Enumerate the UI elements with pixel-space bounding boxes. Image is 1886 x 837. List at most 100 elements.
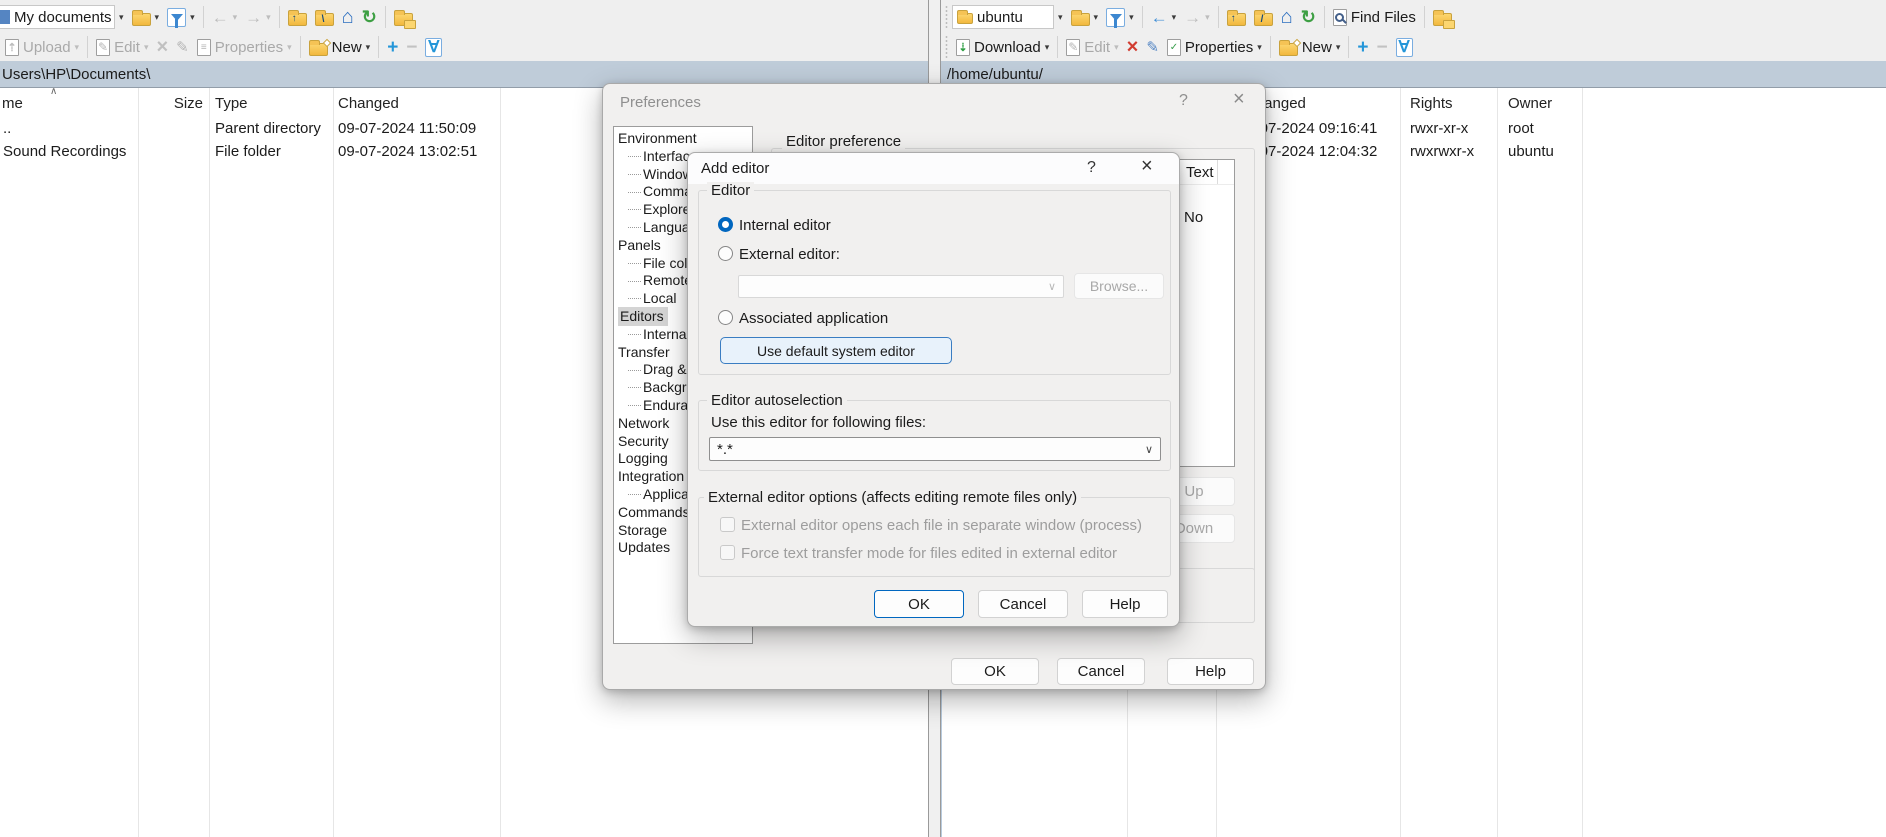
right-path: /home/ubuntu/	[941, 66, 1043, 83]
properties-label: Properties	[1185, 39, 1253, 56]
sort-ascending-icon: ∧	[50, 86, 57, 97]
browse-button[interactable]: Browse...	[1074, 273, 1164, 299]
left-drive-combo[interactable]: My documents ▾	[1, 4, 128, 30]
right-refresh-button[interactable]: ↻	[1297, 4, 1320, 30]
associated-application-label[interactable]: Associated application	[739, 310, 888, 327]
right-drive-combo-label: ubuntu	[977, 9, 1023, 26]
right-home-directory-button[interactable]: ⌂	[1277, 4, 1297, 30]
left-delete-button[interactable]: ×	[152, 34, 172, 60]
upload-icon: ⇡	[5, 39, 19, 56]
help-titlebar-button[interactable]: ?	[1179, 93, 1188, 109]
external-editor-radio[interactable]	[718, 246, 733, 261]
left-edit-button[interactable]: ✎ Edit ▾	[92, 34, 152, 60]
chevron-down-icon: ▾	[155, 12, 160, 23]
right-directory-tree-button[interactable]	[1429, 4, 1456, 30]
right-open-directory-button[interactable]: ▾	[1067, 4, 1103, 30]
right-properties-button[interactable]: ✓ Properties ▾	[1163, 34, 1266, 60]
tree-item-environment[interactable]: Environment	[614, 130, 752, 148]
files-mask-combo[interactable]: *.* ∨	[709, 437, 1161, 461]
column-header-owner[interactable]: Owner	[1508, 95, 1552, 112]
left-directory-tree-button[interactable]	[390, 4, 417, 30]
associated-application-radio[interactable]	[718, 310, 733, 325]
right-add-filter-button[interactable]: +	[1353, 34, 1372, 60]
root-folder-icon: \	[315, 13, 334, 26]
toolbar-separator	[203, 6, 204, 28]
column-header-changed[interactable]: Changed	[338, 95, 399, 112]
column-separator	[1582, 88, 1583, 837]
internal-editor-radio[interactable]	[718, 217, 733, 232]
editor-preference-group-label: Editor preference	[782, 133, 905, 150]
left-back-button[interactable]: ← ▾	[208, 4, 242, 30]
right-remove-filter-button[interactable]: −	[1372, 34, 1391, 60]
left-filter-all-button[interactable]: ∀	[421, 34, 446, 60]
left-refresh-button[interactable]: ↻	[358, 4, 381, 30]
back-arrow-icon: ←	[1151, 9, 1168, 26]
left-properties-button[interactable]: ≡ Properties ▾	[193, 34, 296, 60]
right-parent-directory-button[interactable]: ↑	[1223, 4, 1250, 30]
left-root-directory-button[interactable]: \	[311, 4, 338, 30]
internal-editor-label[interactable]: Internal editor	[739, 217, 831, 234]
find-files-button[interactable]: Find Files	[1329, 4, 1420, 30]
help-button[interactable]: Help	[1082, 590, 1168, 618]
list-item[interactable]: No	[1184, 209, 1203, 226]
ok-button[interactable]: OK	[874, 590, 964, 618]
right-forward-button[interactable]: → ▾	[1180, 4, 1214, 30]
left-open-directory-button[interactable]: ▾	[128, 4, 164, 30]
add-editor-dialog: Add editor ? × Editor Internal editor Ex…	[687, 152, 1180, 627]
left-new-button[interactable]: New ▾	[305, 34, 375, 60]
chevron-down-icon: ▾	[190, 12, 195, 23]
left-remove-filter-button[interactable]: −	[402, 34, 421, 60]
force-text-mode-checkbox-label[interactable]: Force text transfer mode for files edite…	[741, 545, 1117, 562]
properties-icon: ✓	[1167, 39, 1181, 56]
open-folder-icon	[132, 13, 151, 26]
close-icon[interactable]: ×	[1233, 89, 1245, 109]
folder-tree-icon	[1433, 13, 1452, 26]
right-rename-button[interactable]: ✎	[1142, 34, 1163, 60]
help-button[interactable]: Help	[1167, 658, 1254, 685]
help-titlebar-button[interactable]: ?	[1087, 160, 1096, 176]
column-header-rights[interactable]: Rights	[1410, 95, 1453, 112]
right-root-directory-button[interactable]: /	[1250, 4, 1277, 30]
left-toolbar: My documents ▾ ▾ ▾ ← ▾ → ▾ ↑ \ ⌂	[0, 0, 928, 61]
external-editor-combo[interactable]: ∨	[738, 275, 1064, 298]
upload-button[interactable]: ⇡ Upload ▾	[1, 34, 83, 60]
left-home-directory-button[interactable]: ⌂	[338, 4, 358, 30]
right-filter-all-button[interactable]: ∀	[1392, 34, 1417, 60]
download-button[interactable]: ⇣ Download ▾	[952, 34, 1053, 60]
find-files-icon	[1333, 9, 1347, 26]
right-new-button[interactable]: New ▾	[1275, 34, 1345, 60]
new-label: New	[1302, 39, 1332, 56]
chevron-down-icon: ▾	[119, 12, 124, 23]
left-add-filter-button[interactable]: +	[383, 34, 402, 60]
toolbar-grip	[944, 35, 949, 59]
left-rename-button[interactable]: ✎	[172, 34, 193, 60]
separate-window-checkbox[interactable]	[720, 517, 735, 532]
separate-window-checkbox-label[interactable]: External editor opens each file in separ…	[741, 517, 1142, 534]
list-column-header-text[interactable]: Text	[1186, 164, 1214, 181]
chevron-down-icon: ▾	[1257, 42, 1262, 53]
external-editor-label[interactable]: External editor:	[739, 246, 840, 263]
ok-button[interactable]: OK	[951, 658, 1039, 685]
edit-label: Edit	[114, 39, 140, 56]
left-path: Users\HP\Documents\	[0, 66, 150, 83]
file-type: Parent directory	[215, 120, 321, 137]
column-header-type[interactable]: Type	[215, 95, 248, 112]
column-header-name[interactable]: me	[2, 95, 23, 112]
cancel-button[interactable]: Cancel	[1057, 658, 1145, 685]
column-header-size[interactable]: Size	[139, 95, 203, 112]
right-delete-button[interactable]: ×	[1123, 34, 1143, 60]
minus-icon: −	[1376, 38, 1387, 57]
right-drive-combo[interactable]: ubuntu ▾	[952, 4, 1067, 30]
left-filter-button[interactable]: ▾	[163, 4, 199, 30]
right-back-button[interactable]: ← ▾	[1147, 4, 1181, 30]
close-icon[interactable]: ×	[1141, 156, 1153, 176]
left-parent-directory-button[interactable]: ↑	[284, 4, 311, 30]
cancel-button[interactable]: Cancel	[978, 590, 1068, 618]
force-text-mode-checkbox[interactable]	[720, 545, 735, 560]
toolbar-separator	[1324, 6, 1325, 28]
folder-icon	[957, 13, 973, 24]
use-default-system-editor-button[interactable]: Use default system editor	[720, 337, 952, 364]
right-edit-button[interactable]: ✎ Edit ▾	[1062, 34, 1122, 60]
left-forward-button[interactable]: → ▾	[241, 4, 275, 30]
right-filter-button[interactable]: ▾	[1102, 4, 1138, 30]
